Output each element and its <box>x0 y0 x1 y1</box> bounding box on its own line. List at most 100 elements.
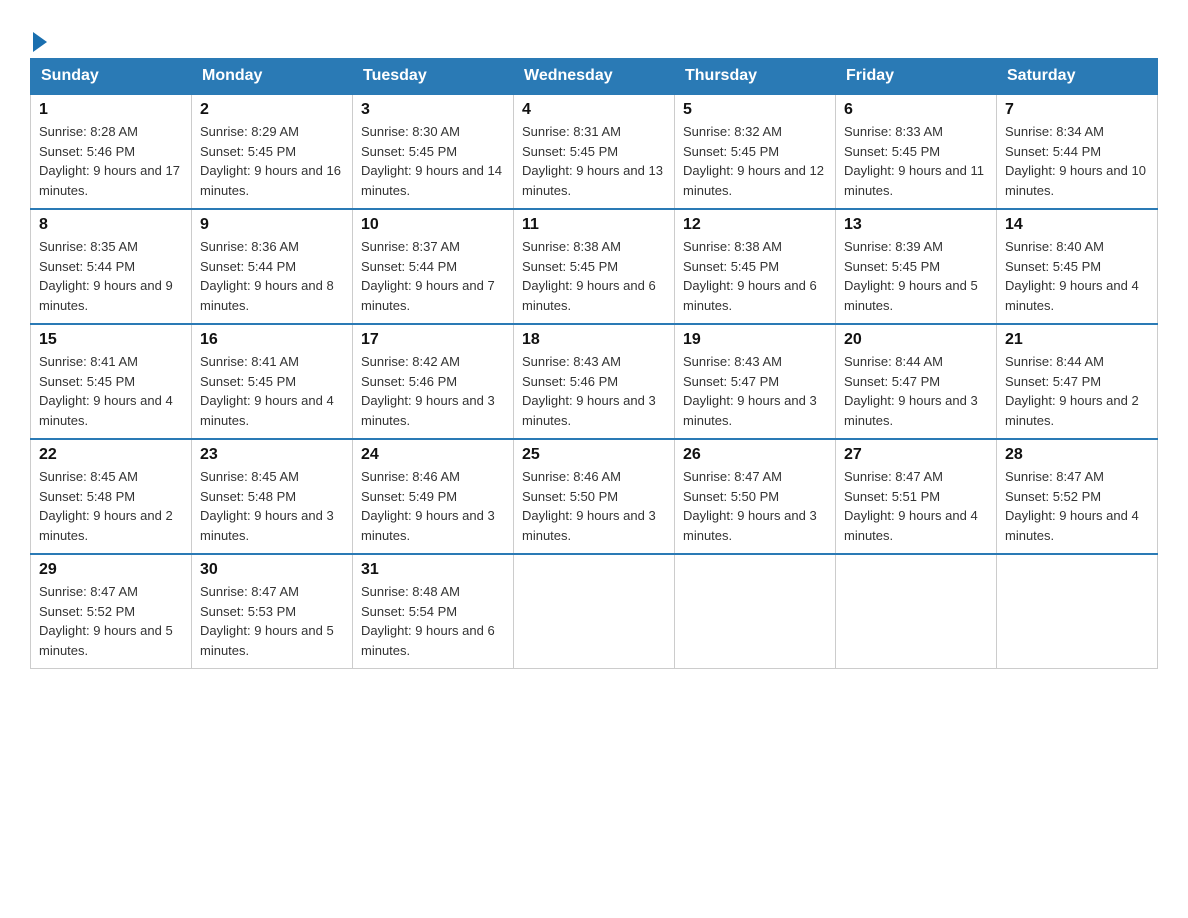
day-number: 10 <box>361 216 505 234</box>
calendar-cell: 2 Sunrise: 8:29 AMSunset: 5:45 PMDayligh… <box>192 94 353 209</box>
day-number: 4 <box>522 101 666 119</box>
day-info: Sunrise: 8:39 AMSunset: 5:45 PMDaylight:… <box>844 237 988 315</box>
calendar-cell: 18 Sunrise: 8:43 AMSunset: 5:46 PMDaylig… <box>514 324 675 439</box>
day-info: Sunrise: 8:47 AMSunset: 5:53 PMDaylight:… <box>200 582 344 660</box>
calendar-cell: 9 Sunrise: 8:36 AMSunset: 5:44 PMDayligh… <box>192 209 353 324</box>
logo <box>30 28 47 48</box>
page-header <box>30 20 1158 48</box>
day-number: 9 <box>200 216 344 234</box>
day-info: Sunrise: 8:36 AMSunset: 5:44 PMDaylight:… <box>200 237 344 315</box>
calendar-cell: 5 Sunrise: 8:32 AMSunset: 5:45 PMDayligh… <box>675 94 836 209</box>
day-number: 5 <box>683 101 827 119</box>
day-number: 28 <box>1005 446 1149 464</box>
calendar-cell: 1 Sunrise: 8:28 AMSunset: 5:46 PMDayligh… <box>31 94 192 209</box>
day-info: Sunrise: 8:46 AMSunset: 5:50 PMDaylight:… <box>522 467 666 545</box>
day-number: 20 <box>844 331 988 349</box>
day-number: 15 <box>39 331 183 349</box>
day-number: 6 <box>844 101 988 119</box>
day-number: 18 <box>522 331 666 349</box>
calendar-cell: 4 Sunrise: 8:31 AMSunset: 5:45 PMDayligh… <box>514 94 675 209</box>
day-info: Sunrise: 8:38 AMSunset: 5:45 PMDaylight:… <box>683 237 827 315</box>
day-info: Sunrise: 8:32 AMSunset: 5:45 PMDaylight:… <box>683 122 827 200</box>
day-info: Sunrise: 8:47 AMSunset: 5:52 PMDaylight:… <box>1005 467 1149 545</box>
day-number: 21 <box>1005 331 1149 349</box>
weekday-header-row: SundayMondayTuesdayWednesdayThursdayFrid… <box>31 59 1158 95</box>
calendar-cell: 13 Sunrise: 8:39 AMSunset: 5:45 PMDaylig… <box>836 209 997 324</box>
calendar-cell <box>836 554 997 669</box>
weekday-header-tuesday: Tuesday <box>353 59 514 95</box>
day-info: Sunrise: 8:47 AMSunset: 5:52 PMDaylight:… <box>39 582 183 660</box>
calendar-week-3: 15 Sunrise: 8:41 AMSunset: 5:45 PMDaylig… <box>31 324 1158 439</box>
calendar-cell: 26 Sunrise: 8:47 AMSunset: 5:50 PMDaylig… <box>675 439 836 554</box>
day-number: 16 <box>200 331 344 349</box>
day-number: 24 <box>361 446 505 464</box>
weekday-header-sunday: Sunday <box>31 59 192 95</box>
calendar-cell: 19 Sunrise: 8:43 AMSunset: 5:47 PMDaylig… <box>675 324 836 439</box>
calendar-cell: 8 Sunrise: 8:35 AMSunset: 5:44 PMDayligh… <box>31 209 192 324</box>
day-number: 27 <box>844 446 988 464</box>
weekday-header-saturday: Saturday <box>997 59 1158 95</box>
day-info: Sunrise: 8:42 AMSunset: 5:46 PMDaylight:… <box>361 352 505 430</box>
calendar-cell: 22 Sunrise: 8:45 AMSunset: 5:48 PMDaylig… <box>31 439 192 554</box>
day-info: Sunrise: 8:31 AMSunset: 5:45 PMDaylight:… <box>522 122 666 200</box>
calendar-cell: 28 Sunrise: 8:47 AMSunset: 5:52 PMDaylig… <box>997 439 1158 554</box>
day-number: 7 <box>1005 101 1149 119</box>
day-number: 11 <box>522 216 666 234</box>
calendar-week-4: 22 Sunrise: 8:45 AMSunset: 5:48 PMDaylig… <box>31 439 1158 554</box>
calendar-cell: 27 Sunrise: 8:47 AMSunset: 5:51 PMDaylig… <box>836 439 997 554</box>
calendar-cell <box>997 554 1158 669</box>
day-number: 29 <box>39 561 183 579</box>
calendar-cell: 21 Sunrise: 8:44 AMSunset: 5:47 PMDaylig… <box>997 324 1158 439</box>
calendar-cell: 10 Sunrise: 8:37 AMSunset: 5:44 PMDaylig… <box>353 209 514 324</box>
day-info: Sunrise: 8:45 AMSunset: 5:48 PMDaylight:… <box>39 467 183 545</box>
day-number: 22 <box>39 446 183 464</box>
weekday-header-thursday: Thursday <box>675 59 836 95</box>
day-number: 14 <box>1005 216 1149 234</box>
calendar-cell: 31 Sunrise: 8:48 AMSunset: 5:54 PMDaylig… <box>353 554 514 669</box>
day-info: Sunrise: 8:28 AMSunset: 5:46 PMDaylight:… <box>39 122 183 200</box>
calendar-table: SundayMondayTuesdayWednesdayThursdayFrid… <box>30 58 1158 669</box>
day-info: Sunrise: 8:46 AMSunset: 5:49 PMDaylight:… <box>361 467 505 545</box>
day-info: Sunrise: 8:41 AMSunset: 5:45 PMDaylight:… <box>39 352 183 430</box>
day-number: 1 <box>39 101 183 119</box>
day-info: Sunrise: 8:33 AMSunset: 5:45 PMDaylight:… <box>844 122 988 200</box>
day-number: 30 <box>200 561 344 579</box>
day-info: Sunrise: 8:44 AMSunset: 5:47 PMDaylight:… <box>1005 352 1149 430</box>
calendar-week-2: 8 Sunrise: 8:35 AMSunset: 5:44 PMDayligh… <box>31 209 1158 324</box>
day-info: Sunrise: 8:38 AMSunset: 5:45 PMDaylight:… <box>522 237 666 315</box>
calendar-cell: 12 Sunrise: 8:38 AMSunset: 5:45 PMDaylig… <box>675 209 836 324</box>
calendar-week-1: 1 Sunrise: 8:28 AMSunset: 5:46 PMDayligh… <box>31 94 1158 209</box>
day-info: Sunrise: 8:43 AMSunset: 5:47 PMDaylight:… <box>683 352 827 430</box>
day-info: Sunrise: 8:47 AMSunset: 5:50 PMDaylight:… <box>683 467 827 545</box>
day-info: Sunrise: 8:45 AMSunset: 5:48 PMDaylight:… <box>200 467 344 545</box>
day-number: 8 <box>39 216 183 234</box>
day-info: Sunrise: 8:34 AMSunset: 5:44 PMDaylight:… <box>1005 122 1149 200</box>
weekday-header-monday: Monday <box>192 59 353 95</box>
day-info: Sunrise: 8:35 AMSunset: 5:44 PMDaylight:… <box>39 237 183 315</box>
calendar-cell: 25 Sunrise: 8:46 AMSunset: 5:50 PMDaylig… <box>514 439 675 554</box>
calendar-cell: 20 Sunrise: 8:44 AMSunset: 5:47 PMDaylig… <box>836 324 997 439</box>
day-info: Sunrise: 8:44 AMSunset: 5:47 PMDaylight:… <box>844 352 988 430</box>
day-number: 23 <box>200 446 344 464</box>
day-info: Sunrise: 8:40 AMSunset: 5:45 PMDaylight:… <box>1005 237 1149 315</box>
day-number: 17 <box>361 331 505 349</box>
day-info: Sunrise: 8:29 AMSunset: 5:45 PMDaylight:… <box>200 122 344 200</box>
calendar-cell: 7 Sunrise: 8:34 AMSunset: 5:44 PMDayligh… <box>997 94 1158 209</box>
day-number: 2 <box>200 101 344 119</box>
weekday-header-wednesday: Wednesday <box>514 59 675 95</box>
day-number: 13 <box>844 216 988 234</box>
calendar-cell: 17 Sunrise: 8:42 AMSunset: 5:46 PMDaylig… <box>353 324 514 439</box>
calendar-cell: 29 Sunrise: 8:47 AMSunset: 5:52 PMDaylig… <box>31 554 192 669</box>
logo-arrow-icon <box>33 32 47 52</box>
calendar-cell: 30 Sunrise: 8:47 AMSunset: 5:53 PMDaylig… <box>192 554 353 669</box>
day-info: Sunrise: 8:48 AMSunset: 5:54 PMDaylight:… <box>361 582 505 660</box>
calendar-week-5: 29 Sunrise: 8:47 AMSunset: 5:52 PMDaylig… <box>31 554 1158 669</box>
day-number: 25 <box>522 446 666 464</box>
day-info: Sunrise: 8:47 AMSunset: 5:51 PMDaylight:… <box>844 467 988 545</box>
calendar-cell: 11 Sunrise: 8:38 AMSunset: 5:45 PMDaylig… <box>514 209 675 324</box>
calendar-cell <box>675 554 836 669</box>
calendar-cell: 15 Sunrise: 8:41 AMSunset: 5:45 PMDaylig… <box>31 324 192 439</box>
calendar-cell <box>514 554 675 669</box>
day-number: 31 <box>361 561 505 579</box>
day-number: 19 <box>683 331 827 349</box>
